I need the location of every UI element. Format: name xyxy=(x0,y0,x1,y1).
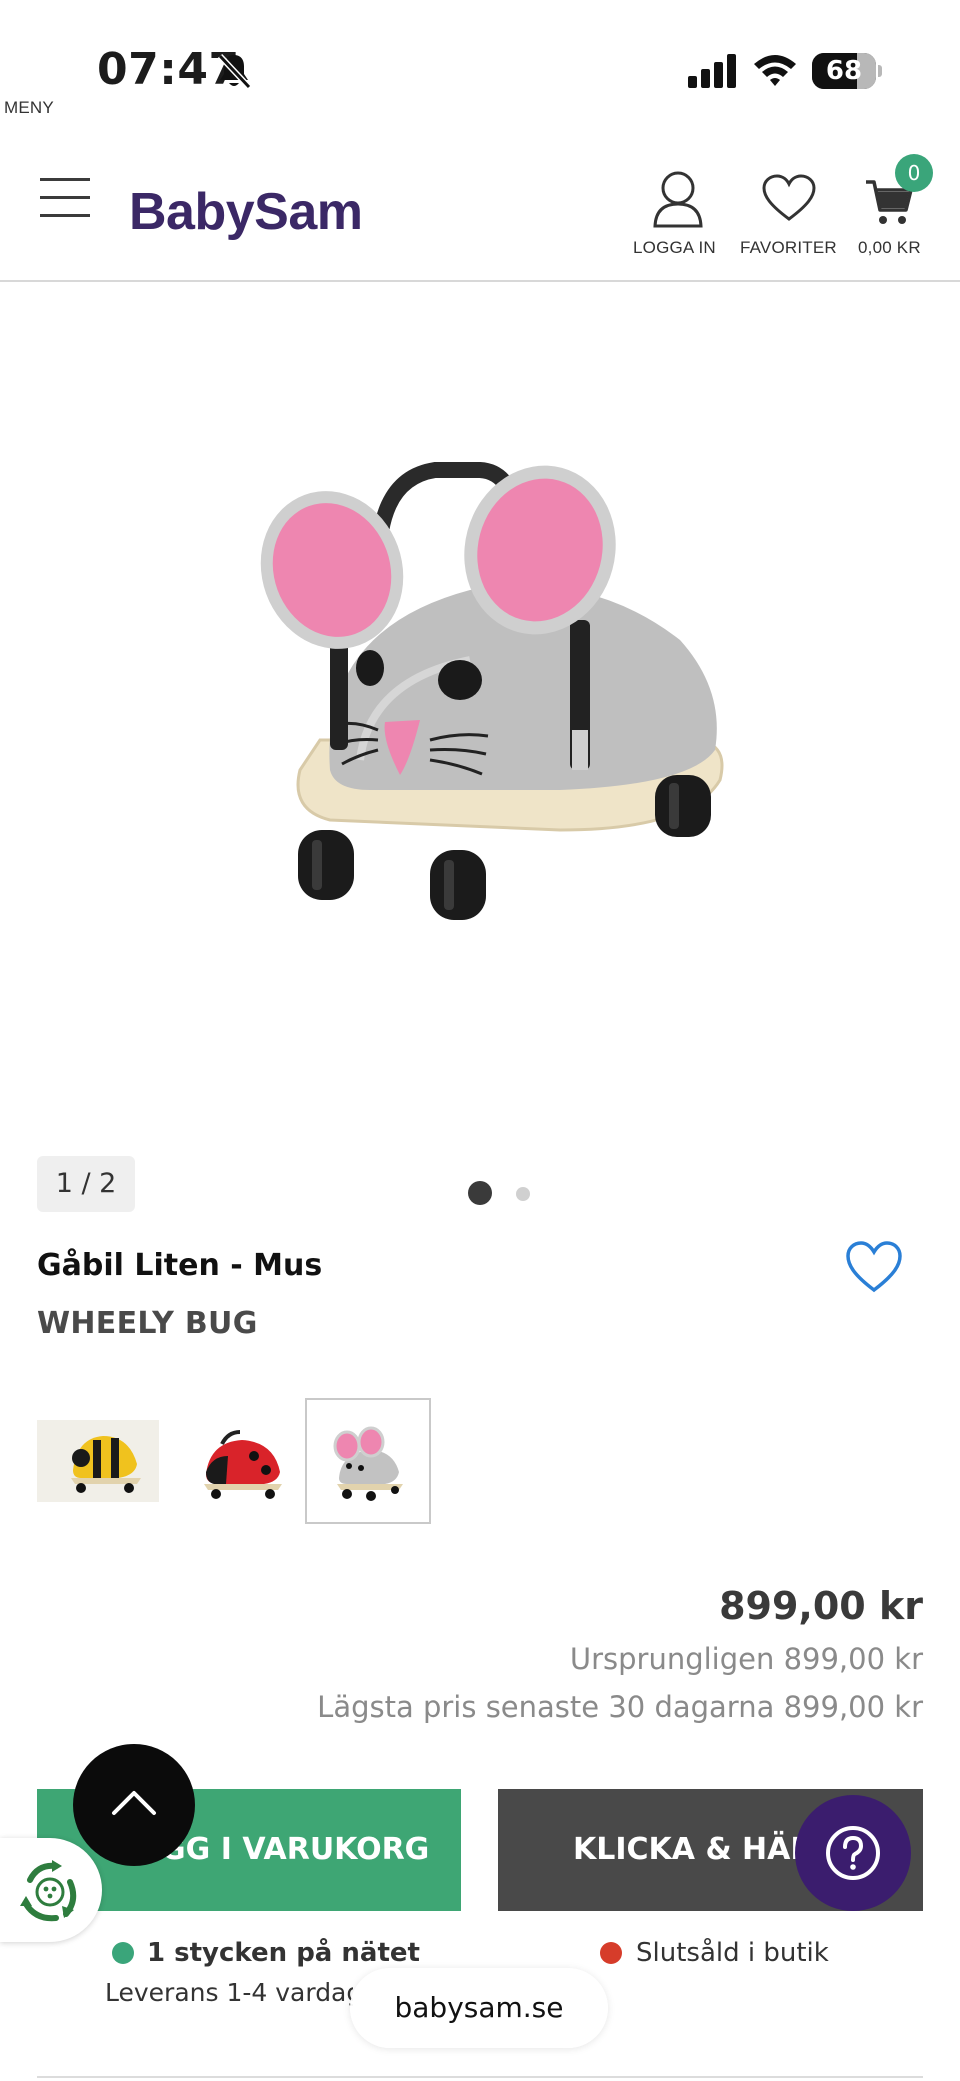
logo[interactable]: BabySam xyxy=(129,182,363,242)
divider xyxy=(37,2076,923,2078)
question-icon xyxy=(826,1826,880,1880)
product-price: 899,00 kr xyxy=(719,1584,923,1628)
battery-level: 68 xyxy=(825,56,863,86)
bell-slash-icon xyxy=(217,53,252,90)
scroll-to-top-button[interactable] xyxy=(73,1744,195,1866)
cart-total: 0,00 KR xyxy=(858,238,921,257)
cart-count-badge: 0 xyxy=(895,154,933,192)
favorites-label: FAVORITER xyxy=(740,238,837,257)
battery-icon: 68 xyxy=(812,53,876,89)
login-button[interactable]: LOGGA IN xyxy=(630,170,720,270)
hamburger-icon xyxy=(40,178,90,217)
variant-thumb-mouse[interactable] xyxy=(305,1398,431,1524)
product-image[interactable] xyxy=(260,440,740,960)
variant-thumb-bee[interactable] xyxy=(37,1398,163,1524)
menu-button[interactable]: MENY xyxy=(4,98,96,264)
lowest-price: Lägsta pris senaste 30 dagarna 899,00 kr xyxy=(317,1690,923,1724)
gallery-dot[interactable] xyxy=(516,1187,530,1201)
store-stock-dot xyxy=(600,1942,622,1964)
site-header: MENY BabySam LOGGA IN FAVORITER 0 0,00 K… xyxy=(0,98,960,282)
gallery-dot-active[interactable] xyxy=(468,1181,492,1205)
online-stock-dot xyxy=(112,1942,134,1964)
variant-thumb-ladybug[interactable] xyxy=(178,1398,304,1524)
product-title: Gåbil Liten - Mus xyxy=(37,1248,323,1283)
wifi-icon xyxy=(754,55,796,86)
heart-icon xyxy=(762,174,816,221)
favorite-heart-icon[interactable] xyxy=(845,1240,903,1294)
product-brand[interactable]: WHEELY BUG xyxy=(37,1306,258,1341)
recycle-icon xyxy=(20,1860,77,1922)
bee-icon xyxy=(37,1420,159,1502)
browser-url-bar[interactable]: babysam.se xyxy=(350,1968,608,2048)
ladybug-icon xyxy=(204,1430,282,1499)
online-stock-text: 1 stycken på nätet xyxy=(147,1938,420,1968)
login-label: LOGGA IN xyxy=(633,238,716,257)
recycle-badge[interactable] xyxy=(0,1838,102,1942)
delivery-text: Leverans 1-4 vardagar xyxy=(105,1978,353,2007)
help-button[interactable] xyxy=(795,1795,911,1911)
signal-icon xyxy=(688,54,736,88)
store-stock-text: Slutsåld i butik xyxy=(636,1938,829,1968)
menu-label: MENY xyxy=(4,98,54,117)
favorites-button[interactable]: FAVORITER xyxy=(740,170,840,270)
gallery-dots xyxy=(468,1181,548,1205)
gallery-counter: 1 / 2 xyxy=(37,1156,135,1212)
cart-button[interactable]: 0 0,00 KR xyxy=(858,154,938,270)
battery-tip xyxy=(878,65,882,77)
user-icon xyxy=(653,171,703,228)
original-price: Ursprungligen 899,00 kr xyxy=(569,1642,923,1676)
status-bar: 07:47 68 xyxy=(0,0,960,140)
chevron-up-icon xyxy=(112,1791,156,1815)
mouse-icon xyxy=(333,1426,403,1501)
browser-url: babysam.se xyxy=(394,1991,564,2024)
